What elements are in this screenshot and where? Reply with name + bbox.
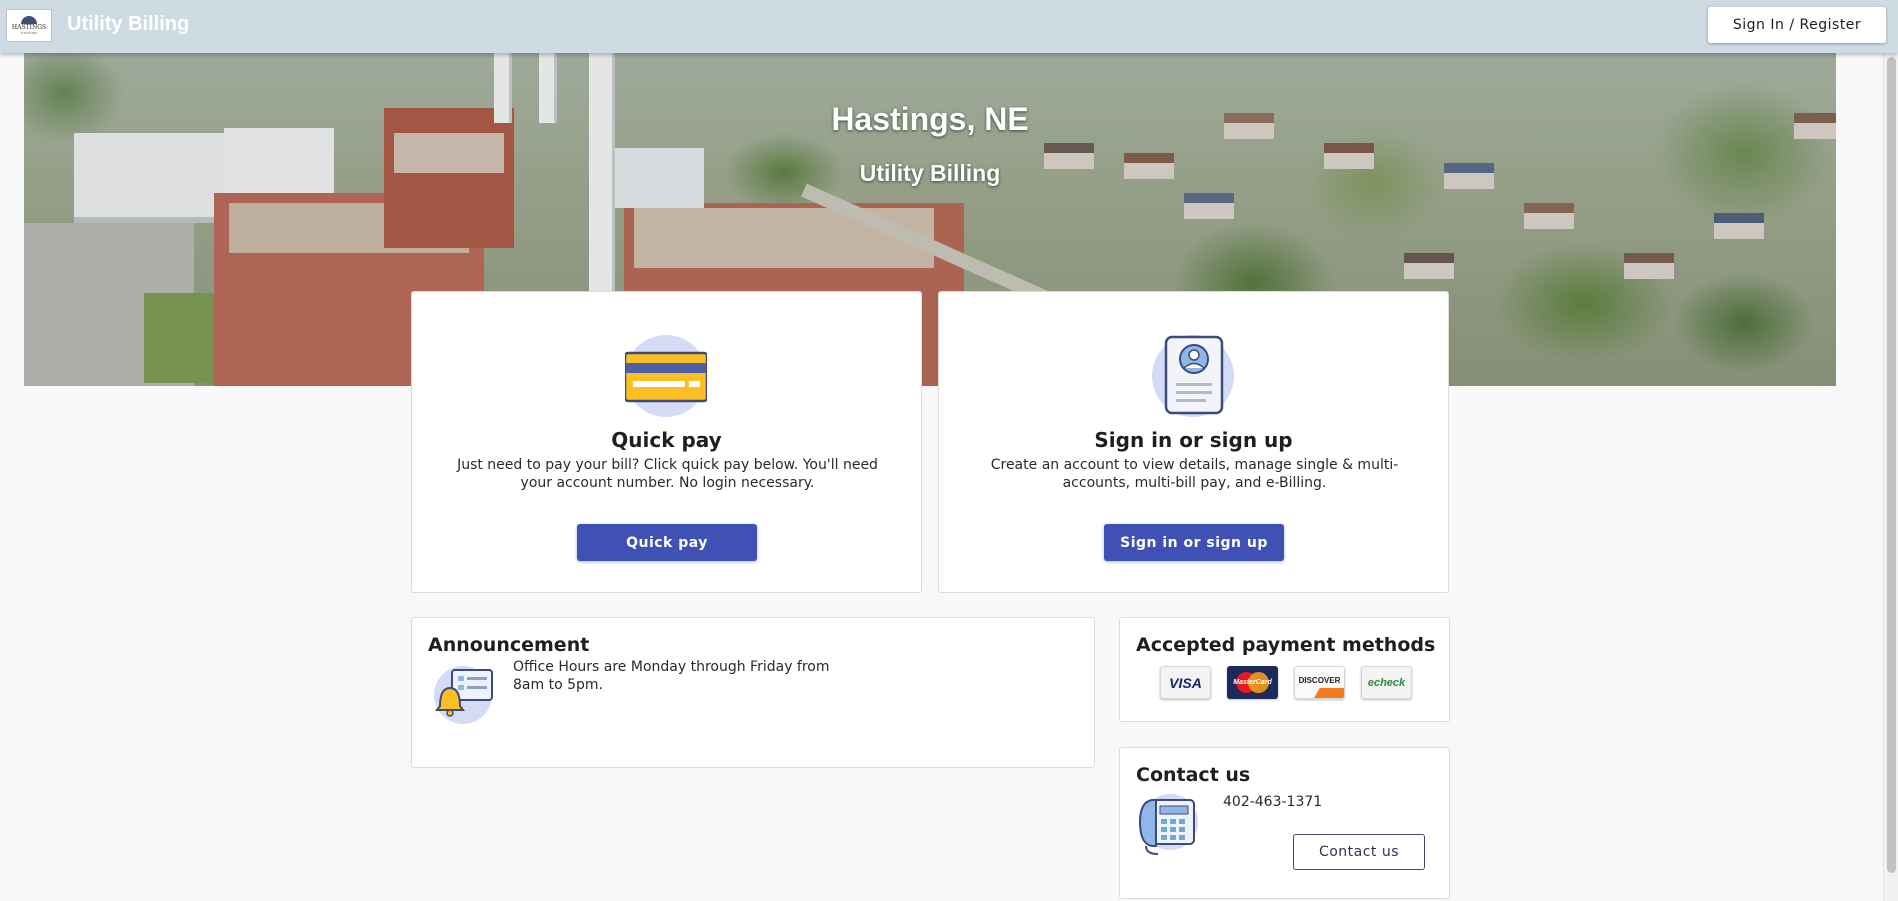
echeck-icon: echeck [1361, 666, 1412, 699]
page-scrollbar[interactable] [1883, 53, 1898, 901]
payment-methods-title: Accepted payment methods [1136, 634, 1436, 656]
quick-pay-card: Quick pay Just need to pay your bill? Cl… [411, 291, 922, 593]
visa-icon: VISA [1160, 666, 1211, 699]
sign-up-heading: Sign in or sign up [1094, 428, 1293, 452]
bell-notification-icon [434, 666, 493, 724]
visa-label: VISA [1169, 674, 1202, 691]
contact-card: Contact us 402-463-1371 Contact us [1119, 747, 1450, 899]
logo-subtext: UTILITIES [20, 31, 38, 35]
mastercard-label: MasterCard [1233, 679, 1272, 686]
contact-title: Contact us [1136, 764, 1251, 786]
echeck-label: echeck [1367, 676, 1406, 689]
sign-in-register-button[interactable]: Sign In / Register [1708, 7, 1886, 43]
telephone-icon [1136, 792, 1200, 856]
sign-in-sign-up-card: Sign in or sign up Create an account to … [938, 291, 1449, 593]
hastings-utilities-logo[interactable]: HASTINGS UTILITIES [6, 9, 52, 42]
top-app-bar: HASTINGS UTILITIES Utility Billing Sign … [0, 0, 1898, 53]
announcement-text: Office Hours are Monday through Friday f… [513, 659, 830, 693]
sign-in-sign-up-button[interactable]: Sign in or sign up [1104, 524, 1284, 561]
scrollbar-thumb[interactable] [1887, 57, 1896, 873]
contact-us-button[interactable]: Contact us [1293, 834, 1425, 870]
quick-pay-heading: Quick pay [611, 428, 722, 452]
profile-document-icon [1152, 335, 1234, 417]
quick-pay-button[interactable]: Quick pay [577, 524, 757, 561]
announcement-title: Announcement [428, 634, 590, 656]
announcement-card: Announcement Office Hours are Monday thr… [411, 617, 1095, 768]
credit-card-icon [623, 335, 709, 417]
quick-pay-description: Just need to pay your bill? Click quick … [457, 457, 878, 491]
discover-icon: DISCOVER [1294, 666, 1345, 699]
logo-dome-icon [21, 16, 37, 24]
hero-subtitle: Utility Billing [859, 160, 1001, 186]
payment-methods-list: VISA MasterCard DISCOVER echeck [1160, 666, 1412, 699]
discover-stripe [1314, 688, 1344, 698]
hero-title: Hastings, NE [831, 101, 1029, 137]
contact-phone-number: 402-463-1371 [1223, 794, 1323, 810]
discover-label: DISCOVER [1298, 676, 1341, 685]
payment-methods-card: Accepted payment methods VISA MasterCard… [1119, 617, 1450, 722]
hero-banner: Hastings, NE Utility Billing [24, 53, 1836, 386]
sign-up-description: Create an account to view details, manag… [990, 457, 1399, 491]
mastercard-icon: MasterCard [1227, 666, 1278, 699]
app-title: Utility Billing [67, 13, 190, 35]
